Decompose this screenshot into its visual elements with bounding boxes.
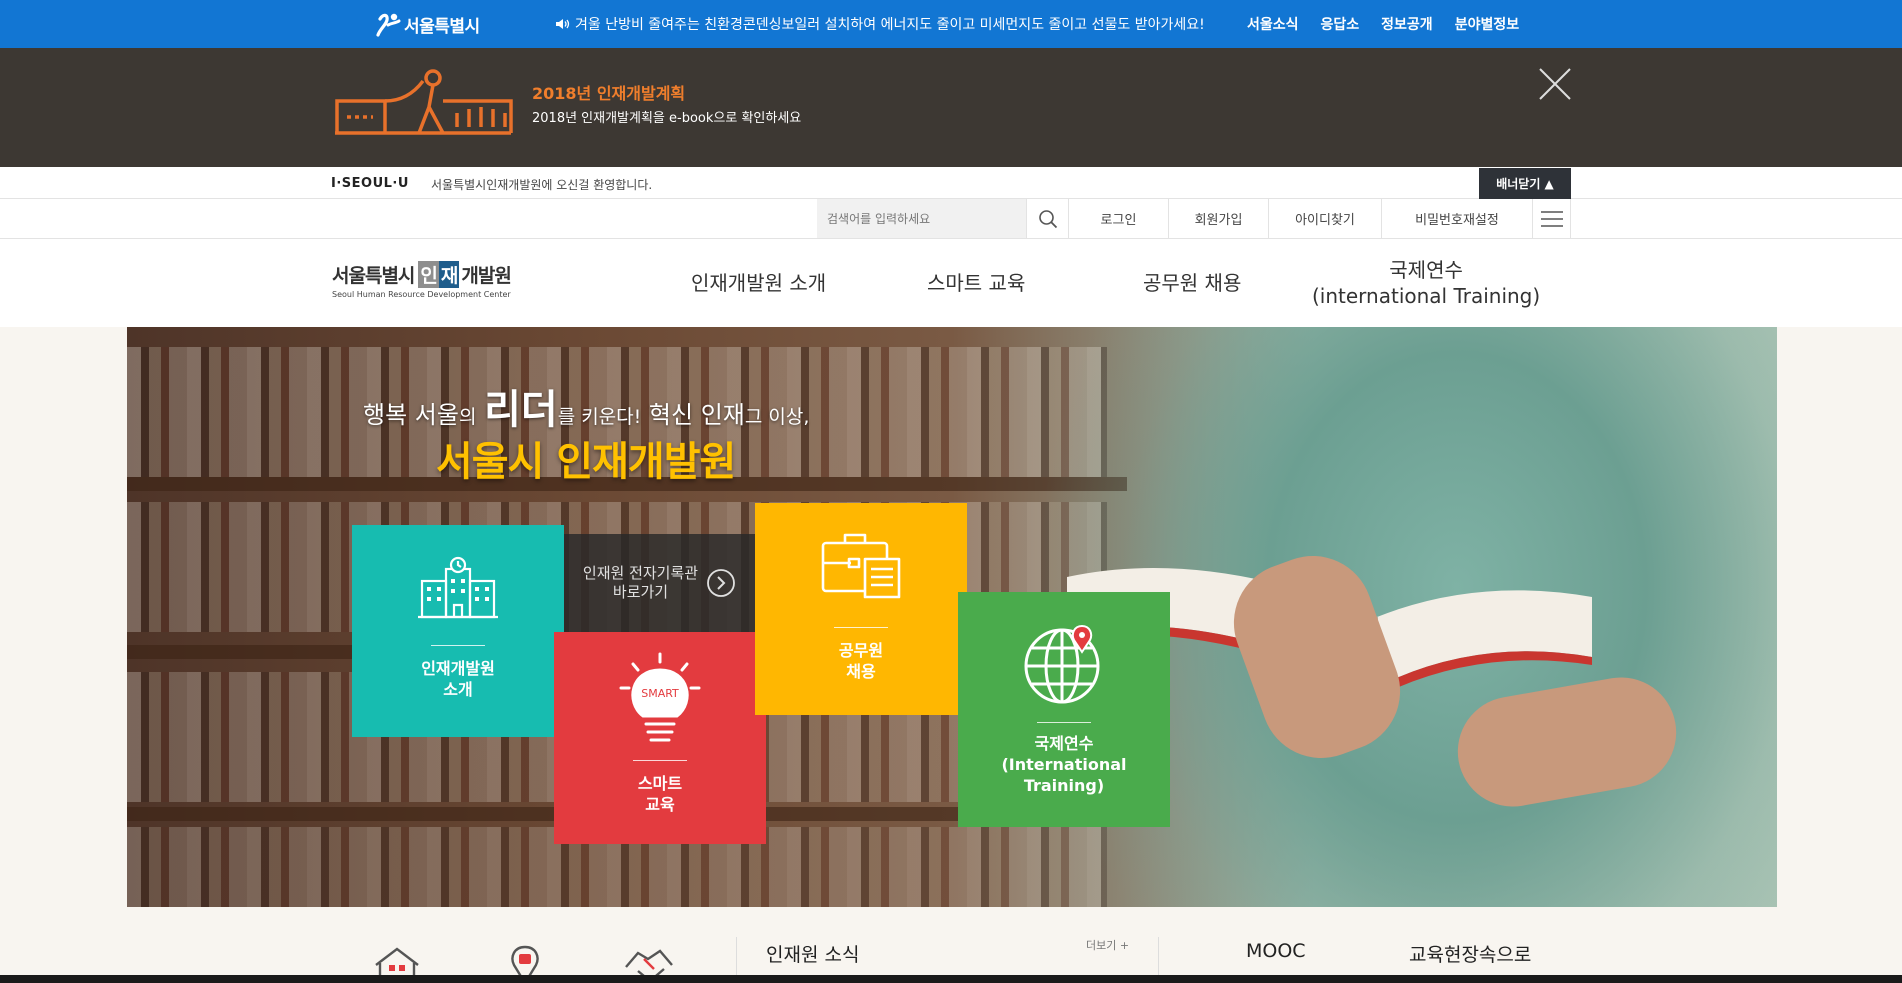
archive-label: 인재원 전자기록관 바로가기 xyxy=(582,564,699,601)
tagline-part: 혁신 인재 xyxy=(648,401,745,429)
seoul-logo-icon xyxy=(376,13,401,37)
news-section-title[interactable]: 인재원 소식 xyxy=(766,940,859,967)
top-bar: 서울특별시 겨울 난방비 줄여주는 친환경콘덴싱보일러 설치하여 에너지도 줄이… xyxy=(0,0,1902,48)
lightbulb-icon: SMART xyxy=(619,652,701,742)
briefcase-icon xyxy=(821,533,901,599)
building-icon xyxy=(418,556,498,619)
nav-smart-education[interactable]: 스마트 교육 xyxy=(927,270,1025,296)
logo-prefix: 서울특별시 xyxy=(332,265,415,287)
field-education-title[interactable]: 교육현장속으로 xyxy=(1409,940,1531,967)
tile-intro[interactable]: 인재개발원 소개 xyxy=(352,525,564,737)
globe-pin-icon xyxy=(1024,624,1100,704)
seoul-logo-text: 서울특별시 xyxy=(404,16,480,37)
site-logo-korean: 서울특별시 인 재 개발원 xyxy=(332,261,512,288)
tile-divider xyxy=(1037,722,1091,723)
tagline-part: 리더 xyxy=(484,387,558,433)
reset-password-link[interactable]: 비밀번호재설정 xyxy=(1382,199,1533,238)
speaker-icon xyxy=(556,19,570,29)
welcome-strip: I·SEOUL·U 서울특별시인재개발원에 오신걸 환영합니다. 배너닫기 ▲ xyxy=(0,167,1902,199)
tile-divider xyxy=(431,645,485,646)
top-links: 서울소식 응답소 정보공개 분야별정보 xyxy=(1247,14,1519,34)
account-links: 로그인 회원가입 아이디찾기 비밀번호재설정 xyxy=(1069,199,1533,238)
tagline-part: 의 xyxy=(458,406,477,428)
logo-rest: 개발원 xyxy=(461,265,511,287)
tile-intro-label: 인재개발원 소개 xyxy=(421,659,495,699)
site-logo[interactable]: 서울특별시 인 재 개발원 Seoul Human Resource Devel… xyxy=(332,261,512,299)
archive-link[interactable]: 인재원 전자기록관 바로가기 xyxy=(564,534,755,632)
tagline-part: 행복 서울 xyxy=(363,401,459,429)
tile-hiring-label: 공무원 채용 xyxy=(838,641,884,681)
main-header: 서울특별시 인 재 개발원 Seoul Human Resource Devel… xyxy=(0,239,1902,327)
site-logo-english: Seoul Human Resource Development Center xyxy=(332,290,511,299)
tagline-part: 를 키운다! xyxy=(557,406,642,428)
tile-divider xyxy=(633,760,687,761)
nav-intro[interactable]: 인재개발원 소개 xyxy=(691,270,826,296)
tile-hiring[interactable]: 공무원 채용 xyxy=(755,503,967,715)
banner-close-button[interactable]: 배너닫기 ▲ xyxy=(1479,168,1571,199)
bottom-section: 인재원 소식 더보기 + MOOC 교육현장속으로 xyxy=(0,907,1902,983)
tile-international-training[interactable]: 국제연수 (International Training) xyxy=(958,592,1170,827)
search-button[interactable] xyxy=(1026,199,1069,238)
tagline-part: 그 이상, xyxy=(744,406,810,428)
utility-bar: 로그인 회원가입 아이디찾기 비밀번호재설정 xyxy=(0,199,1902,239)
seoul-city-logo[interactable]: 서울특별시 xyxy=(374,9,480,39)
nav-international-training[interactable]: 국제연수 (international Training) xyxy=(1312,257,1540,309)
news-more-link[interactable]: 더보기 + xyxy=(1086,937,1129,953)
hero-tagline: 행복 서울의 리더를 키운다! 혁신 인재그 이상, xyxy=(363,377,809,435)
tile-international-label: 국제연수 (International Training) xyxy=(1001,734,1127,795)
tile-smart-education[interactable]: SMART 스마트 교육 xyxy=(554,632,766,844)
smart-badge-text: SMART xyxy=(641,687,679,700)
top-link-field-info[interactable]: 분야별정보 xyxy=(1455,14,1519,34)
top-link-info-disclosure[interactable]: 정보공개 xyxy=(1381,14,1433,34)
logo-box-in: 인 xyxy=(418,261,439,288)
hamburger-icon xyxy=(1540,210,1563,227)
all-menu-button[interactable] xyxy=(1533,199,1571,238)
iseoulu-logo: I·SEOUL·U xyxy=(331,176,409,191)
signup-link[interactable]: 회원가입 xyxy=(1169,199,1269,238)
promo-banner: 2018년 인재개발계획 2018년 인재개발계획을 e-book으로 확인하세… xyxy=(0,48,1902,167)
welcome-text: 서울특별시인재개발원에 오신걸 환영합니다. xyxy=(431,178,653,192)
top-link-eungdapso[interactable]: 응답소 xyxy=(1321,14,1360,34)
find-id-link[interactable]: 아이디찾기 xyxy=(1269,199,1382,238)
nav-civil-service-hiring[interactable]: 공무원 채용 xyxy=(1143,270,1241,296)
promo-subtitle[interactable]: 2018년 인재개발계획을 e-book으로 확인하세요 xyxy=(532,107,801,126)
mooc-title[interactable]: MOOC xyxy=(1246,940,1306,962)
hrd-plan-illustration[interactable] xyxy=(333,67,513,139)
horizontal-scrollbar[interactable] xyxy=(0,975,1902,983)
hero-headline: 서울시 인재개발원 xyxy=(436,439,736,485)
chevron-right-circle-icon xyxy=(707,569,735,597)
promo-title[interactable]: 2018년 인재개발계획 xyxy=(532,80,685,104)
search-icon xyxy=(1038,209,1057,228)
announcement[interactable]: 겨울 난방비 줄여주는 친환경콘덴싱보일러 설치하여 에너지도 줄이고 미세먼지… xyxy=(555,14,1205,34)
tile-smart-label: 스마트 교육 xyxy=(637,774,683,814)
promo-close-icon[interactable] xyxy=(1537,66,1573,102)
login-link[interactable]: 로그인 xyxy=(1069,199,1169,238)
search-input[interactable] xyxy=(817,199,1026,238)
announcement-text: 겨울 난방비 줄여주는 친환경콘덴싱보일러 설치하여 에너지도 줄이고 미세먼지… xyxy=(575,17,1205,33)
top-link-seoul-news[interactable]: 서울소식 xyxy=(1247,14,1299,34)
logo-box-jae: 재 xyxy=(438,261,460,288)
hero-visual: 행복 서울의 리더를 키운다! 혁신 인재그 이상, 서울시 인재개발원 인재개… xyxy=(127,327,1777,907)
tile-divider xyxy=(834,627,888,628)
